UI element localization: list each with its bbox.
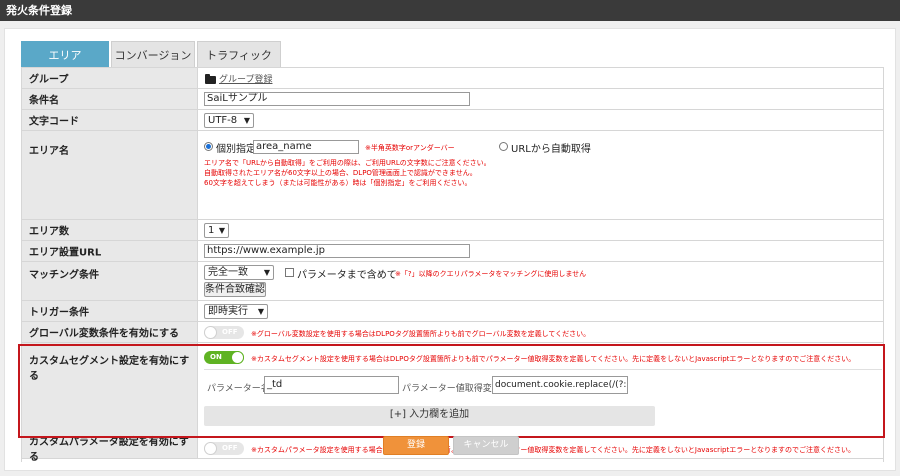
- condition-name-input[interactable]: SaiLサンプル: [204, 92, 470, 106]
- radio-individual-label: 個別指定: [216, 144, 256, 155]
- trigger-select[interactable]: 即時実行 ▼: [204, 304, 268, 319]
- window-title: 発火条件登録: [0, 0, 900, 21]
- row-label: グローバル変数条件を有効にする: [22, 322, 198, 342]
- area-name-input-note: ※半角英数字orアンダーバー: [365, 144, 455, 152]
- matching-select[interactable]: 完全一致 ▼: [204, 265, 274, 280]
- area-name-note-3: 60文字を超えてしまう（または可能性がある）時は「個別指定」をご利用ください。: [204, 179, 472, 187]
- chevron-down-icon: ▼: [243, 116, 250, 125]
- row-condition-name: 条件名 SaiLサンプル: [22, 89, 883, 110]
- area-name-input[interactable]: area_name: [253, 140, 359, 154]
- row-label: 文字コード: [22, 110, 198, 130]
- area-name-note-2: 自動取得されたエリア名が60文字以上の場合、DLPO管理画面上で認識ができません…: [204, 169, 477, 177]
- row-label: エリア数: [22, 220, 198, 240]
- toggle-knob: [204, 326, 217, 339]
- row-label: トリガー条件: [22, 301, 198, 321]
- condition-check-button[interactable]: 条件合致確認: [204, 282, 266, 297]
- row-label: エリア設置URL: [22, 241, 198, 261]
- global-var-toggle[interactable]: OFF: [204, 326, 244, 339]
- row-global-var: グローバル変数条件を有効にする OFF ※グローバル変数設定を使用する場合はDL…: [22, 322, 883, 343]
- row-area-url: エリア設置URL https://www.example.jp: [22, 241, 883, 262]
- chevron-down-icon: ▼: [218, 226, 225, 235]
- row-matching: マッチング条件 完全一致 ▼ パラメータまで含めて ※「?」以降のクエリパラメータ…: [22, 262, 883, 301]
- radio-auto-label: URLから自動取得: [511, 144, 591, 155]
- custom-param-toggle[interactable]: OFF: [204, 442, 244, 455]
- matching-note: ※「?」以降のクエリパラメータをマッチングに使用しません: [395, 270, 587, 278]
- chevron-down-icon: ▼: [263, 268, 270, 277]
- row-charset: 文字コード UTF-8 ▼: [22, 110, 883, 131]
- cancel-button[interactable]: キャンセル: [453, 436, 519, 455]
- include-params-label: パラメータまで含めて: [297, 270, 397, 281]
- tab-area[interactable]: エリア: [21, 41, 109, 68]
- group-register-link[interactable]: グループ登録: [219, 72, 272, 85]
- include-params-checkbox[interactable]: [285, 268, 294, 277]
- area-count-select[interactable]: 1 ▼: [204, 223, 229, 238]
- chevron-down-icon: ▼: [257, 307, 264, 316]
- folder-icon: [205, 74, 216, 84]
- row-label: マッチング条件: [22, 262, 198, 300]
- area-name-note-1: エリア名で「URLから自動取得」をご利用の際は、ご利用URLの文字数にご注意くだ…: [204, 159, 491, 167]
- charset-select[interactable]: UTF-8 ▼: [204, 113, 254, 128]
- global-var-note: ※グローバル変数設定を使用する場合はDLPOタグ設置箇所よりも前でグローバル変数…: [251, 330, 591, 338]
- area-url-input[interactable]: https://www.example.jp: [204, 244, 470, 258]
- row-label: グループ: [22, 68, 198, 88]
- radio-individual[interactable]: [204, 142, 213, 151]
- row-label: エリア名: [22, 131, 198, 219]
- toggle-knob: [204, 442, 217, 455]
- row-label: カスタムパラメータ設定を有効にする: [22, 437, 198, 463]
- radio-auto[interactable]: [499, 142, 508, 151]
- tab-traffic[interactable]: トラフィック: [197, 41, 281, 68]
- form-panel: エリア コンバージョン トラフィック グループ グループ登録 条件名 SaiLサ…: [4, 28, 896, 471]
- row-label: 条件名: [22, 89, 198, 109]
- custom-param-note: ※カスタムパラメータ設定を使用する場合はDLPOタグ設置箇所よりも前でパラメータ…: [251, 446, 855, 454]
- row-area-name: エリア名 個別指定 area_name ※半角英数字orアンダーバー URLから…: [22, 131, 883, 220]
- row-trigger: トリガー条件 即時実行 ▼: [22, 301, 883, 322]
- custom-segment-highlight: [18, 344, 885, 438]
- tab-conversion[interactable]: コンバージョン: [111, 41, 195, 68]
- submit-button[interactable]: 登録: [383, 436, 449, 455]
- row-group: グループ グループ登録: [22, 68, 883, 89]
- row-area-count: エリア数 1 ▼: [22, 220, 883, 241]
